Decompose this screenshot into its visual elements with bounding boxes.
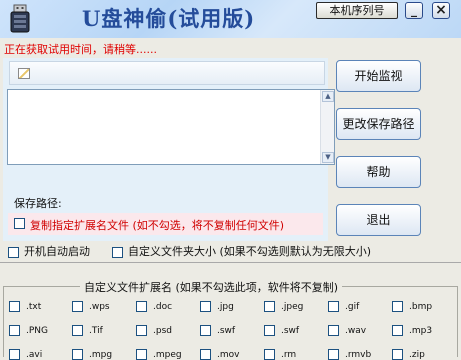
extension-option[interactable]: .wav — [328, 325, 366, 336]
extension-label: .PNG — [26, 326, 48, 336]
extension-option[interactable]: .avi — [9, 349, 42, 360]
extension-option[interactable]: .zip — [392, 349, 425, 360]
extension-label: .swf — [217, 326, 236, 336]
app-title: U盘神偷(试用版) — [82, 6, 256, 31]
extension-checkbox[interactable] — [72, 301, 83, 312]
extension-label: .bmp — [409, 302, 433, 312]
extension-label: .mpg — [89, 350, 113, 360]
log-scrollbar[interactable]: ▲ ▼ — [320, 90, 334, 164]
copy-extension-label: 复制指定扩展名文件 (如不勾选，将不复制任何文件) — [30, 219, 285, 232]
path-header-field[interactable] — [9, 61, 325, 85]
scroll-down-icon[interactable]: ▼ — [322, 152, 334, 163]
extension-label: .mov — [217, 350, 240, 360]
extension-group — [3, 286, 458, 357]
extension-option[interactable]: .bmp — [392, 301, 432, 312]
extension-checkbox[interactable] — [9, 301, 20, 312]
extension-option[interactable]: .rm — [264, 349, 296, 360]
extension-checkbox[interactable] — [328, 325, 339, 336]
exit-button[interactable]: 退出 — [336, 204, 421, 236]
extension-checkbox[interactable] — [136, 301, 147, 312]
extension-label: .rmvb — [345, 350, 372, 360]
autostart-label: 开机自动启动 — [24, 245, 90, 258]
log-textarea[interactable]: ▲ ▼ — [7, 89, 335, 165]
extension-label: .Tif — [89, 326, 103, 336]
extension-label: .jpeg — [281, 302, 304, 312]
extension-option[interactable]: .txt — [9, 301, 41, 312]
extension-checkbox[interactable] — [200, 301, 211, 312]
extension-checkbox[interactable] — [136, 349, 147, 360]
divider — [0, 262, 461, 263]
start-monitor-button[interactable]: 开始监视 — [336, 60, 421, 92]
extension-checkbox[interactable] — [392, 325, 403, 336]
extension-option[interactable]: .jpg — [200, 301, 234, 312]
extension-label: .mp3 — [409, 326, 433, 336]
change-save-path-button[interactable]: 更改保存路径 — [336, 108, 421, 140]
copy-extension-checkbox[interactable] — [14, 218, 25, 229]
extension-option[interactable]: .mpg — [72, 349, 112, 360]
serial-number-button[interactable]: 本机序列号 — [316, 2, 398, 19]
usb-drive-icon — [10, 4, 30, 33]
extension-checkbox[interactable] — [264, 325, 275, 336]
minimize-button[interactable]: _ — [405, 2, 423, 19]
scroll-up-icon[interactable]: ▲ — [322, 91, 334, 102]
extension-option[interactable]: .mpeg — [136, 349, 182, 360]
extension-label: .rm — [281, 350, 297, 360]
extension-checkbox[interactable] — [328, 349, 339, 360]
autostart-checkbox[interactable] — [8, 246, 19, 258]
extension-label: .wav — [345, 326, 367, 336]
extension-checkbox[interactable] — [72, 325, 83, 336]
extension-label: .mpeg — [153, 350, 182, 360]
extension-option[interactable]: .PNG — [9, 325, 48, 336]
extension-label: .jpg — [217, 302, 234, 312]
extension-checkbox[interactable] — [200, 325, 211, 336]
extension-checkbox[interactable] — [200, 349, 211, 360]
save-path-label: 保存路径: — [14, 197, 62, 210]
extension-label: .avi — [26, 350, 43, 360]
status-text: 正在获取试用时间，请稍等...... — [4, 43, 157, 56]
extension-option[interactable]: .jpeg — [264, 301, 303, 312]
extension-label: .swf — [281, 326, 300, 336]
extension-checkbox[interactable] — [9, 349, 20, 360]
copy-extension-option[interactable]: 复制指定扩展名文件 (如不勾选，将不复制任何文件) — [8, 213, 323, 235]
extension-option[interactable]: .mp3 — [392, 325, 432, 336]
extension-option[interactable]: .mov — [200, 349, 239, 360]
custom-size-checkbox[interactable] — [112, 246, 123, 258]
extension-label: .gif — [345, 302, 360, 312]
extension-option[interactable]: .Tif — [72, 325, 103, 336]
extension-group-title: 自定义文件扩展名 (如果不勾选此项，软件将不复制) — [80, 279, 343, 295]
extension-checkbox[interactable] — [72, 349, 83, 360]
extension-option[interactable]: .swf — [264, 325, 299, 336]
extension-checkbox[interactable] — [392, 301, 403, 312]
extension-option[interactable]: .swf — [200, 325, 235, 336]
extension-label: .psd — [153, 326, 172, 336]
edit-document-icon — [18, 68, 30, 79]
extension-label: .doc — [153, 302, 173, 312]
extension-checkbox[interactable] — [264, 301, 275, 312]
extension-option[interactable]: .wps — [72, 301, 110, 312]
extension-checkbox[interactable] — [264, 349, 275, 360]
help-button[interactable]: 帮助 — [336, 156, 421, 188]
extension-label: .wps — [89, 302, 110, 312]
extension-checkbox[interactable] — [136, 325, 147, 336]
extension-option[interactable]: .doc — [136, 301, 172, 312]
extension-option[interactable]: .rmvb — [328, 349, 371, 360]
custom-size-label: 自定义文件夹大小 (如果不勾选则默认为无限大小) — [128, 245, 372, 258]
extension-checkbox[interactable] — [392, 349, 403, 360]
extension-label: .zip — [409, 350, 425, 360]
extension-checkbox[interactable] — [9, 325, 20, 336]
extension-label: .txt — [26, 302, 42, 312]
extension-option[interactable]: .psd — [136, 325, 172, 336]
title-bar: U盘神偷(试用版) 本机序列号 _ × — [0, 0, 461, 38]
extension-option[interactable]: .gif — [328, 301, 359, 312]
extension-checkbox[interactable] — [328, 301, 339, 312]
autostart-option[interactable]: 开机自动启动 — [8, 243, 90, 259]
custom-size-option[interactable]: 自定义文件夹大小 (如果不勾选则默认为无限大小) — [112, 243, 371, 259]
close-button[interactable]: × — [432, 2, 450, 19]
